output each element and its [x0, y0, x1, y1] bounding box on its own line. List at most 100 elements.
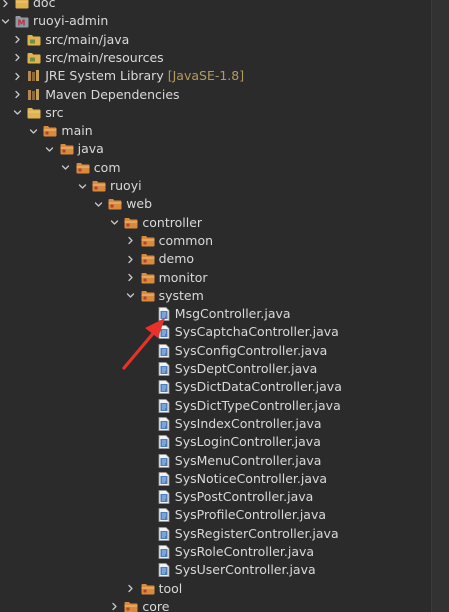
chevron-right-icon[interactable] [126, 580, 136, 598]
tree-item[interactable]: SysNoticeController.java [0, 470, 432, 488]
tree-item[interactable]: doc [0, 0, 432, 12]
tree-item[interactable]: controller [0, 214, 432, 232]
tree-item[interactable]: java [0, 140, 432, 158]
tree-item[interactable]: SysMenuController.java [0, 452, 432, 470]
tree-item-label: SysPostController.java [174, 489, 314, 505]
tree-item[interactable]: SysPostController.java [0, 488, 432, 506]
chevron-down-icon[interactable] [12, 104, 22, 122]
svg-text:M: M [18, 18, 26, 27]
tree-item[interactable]: common [0, 232, 432, 250]
chevron-down-icon[interactable] [109, 214, 119, 232]
folder-icon [108, 197, 122, 211]
tree-item[interactable]: core [0, 598, 432, 612]
chevron-right-icon[interactable] [12, 67, 22, 85]
chevron-down-icon[interactable] [0, 12, 10, 30]
chevron-down-icon[interactable] [126, 287, 136, 305]
tree-item[interactable]: SysIndexController.java [0, 415, 432, 433]
java-file-icon [157, 362, 171, 376]
tree-item-label: SysDictDataController.java [174, 379, 342, 395]
tree-item-label: doc [33, 0, 56, 10]
java-file-icon [157, 563, 171, 578]
tree-item-label: ruoyi-admin [33, 13, 109, 29]
chevron-down-icon[interactable] [45, 140, 55, 158]
folder-icon [15, 0, 29, 10]
chevron-right-icon[interactable] [109, 598, 119, 612]
folder-icon [141, 252, 155, 266]
tree-item[interactable]: SysDeptController.java [0, 360, 432, 378]
tree-item[interactable]: SysConfigController.java [0, 342, 432, 360]
tree-item[interactable]: SysRoleController.java [0, 543, 432, 561]
tree-item-label: src/main/resources [45, 49, 164, 65]
folder-icon [43, 124, 57, 138]
tree-item[interactable]: ruoyi [0, 177, 432, 195]
tree-item[interactable]: src/main/resources [0, 49, 432, 67]
folder-icon [141, 289, 155, 303]
chevron-right-icon[interactable] [126, 250, 136, 268]
java-file-icon [157, 435, 171, 450]
tree-item[interactable]: SysUserController.java [0, 561, 432, 579]
tree-item[interactable]: JRE System Library [JavaSE-1.8] [0, 67, 432, 85]
tree-item[interactable]: SysProfileController.java [0, 506, 432, 524]
java-file-icon [157, 416, 171, 431]
tree-item[interactable]: demo [0, 250, 432, 268]
java-file-icon [157, 325, 171, 340]
java-file-icon [157, 471, 171, 486]
tree-item[interactable]: SysDictTypeController.java [0, 397, 432, 415]
tree-item[interactable]: com [0, 159, 432, 177]
tree-item-label: SysUserController.java [174, 562, 316, 578]
tree-item-label: SysLoginController.java [174, 434, 321, 450]
vertical-scrollbar[interactable] [431, 0, 449, 612]
chevron-down-icon[interactable] [61, 159, 71, 177]
chevron-right-icon[interactable] [12, 49, 22, 67]
tree-item[interactable]: web [0, 195, 432, 213]
tree-item[interactable]: SysDictDataController.java [0, 378, 432, 396]
folder-icon [60, 142, 74, 156]
tree-item[interactable]: Maven Dependencies [0, 86, 432, 104]
tree-item-label: monitor [158, 269, 208, 285]
tree-item[interactable]: SysCaptchaController.java [0, 323, 432, 341]
java-file-icon [157, 453, 171, 468]
tree-item[interactable]: Mruoyi-admin [0, 12, 432, 30]
tree-item[interactable]: MsgController.java [0, 305, 432, 323]
chevron-down-icon[interactable] [93, 195, 103, 213]
tree-item-label: SysCaptchaController.java [174, 324, 339, 340]
chevron-right-icon[interactable] [0, 0, 10, 12]
maven-project-icon: M [15, 14, 29, 28]
chevron-down-icon[interactable] [28, 122, 38, 140]
tree-item-label: src [45, 104, 64, 120]
tree-item-label: SysRegisterController.java [174, 525, 339, 541]
tree-item[interactable]: monitor [0, 269, 432, 287]
tree-item[interactable]: SysRegisterController.java [0, 525, 432, 543]
tree-item[interactable]: SysLoginController.java [0, 433, 432, 451]
chevron-right-icon[interactable] [126, 269, 136, 287]
tree-item[interactable]: system [0, 287, 432, 305]
tree-item[interactable]: src [0, 104, 432, 122]
tree-item[interactable]: main [0, 122, 432, 140]
tree-item-label: tool [158, 580, 183, 596]
java-file-icon [157, 490, 171, 504]
tree-item[interactable]: src/main/java [0, 31, 432, 49]
tree-item[interactable]: tool [0, 580, 432, 598]
project-explorer-tree[interactable]: doc Mruoyi-admin src/main/java src/main/res… [0, 0, 432, 612]
tree-item-label: demo [158, 251, 195, 267]
chevron-right-icon[interactable] [12, 86, 22, 104]
java-file-icon [157, 380, 171, 395]
chevron-right-icon[interactable] [126, 232, 136, 250]
chevron-down-icon[interactable] [77, 177, 87, 195]
chevron-right-icon[interactable] [12, 31, 22, 49]
tree-item-label: common [158, 232, 214, 248]
folder-icon [124, 216, 138, 230]
tree-item-label: MsgController.java [174, 306, 291, 322]
folder-icon [124, 600, 138, 612]
